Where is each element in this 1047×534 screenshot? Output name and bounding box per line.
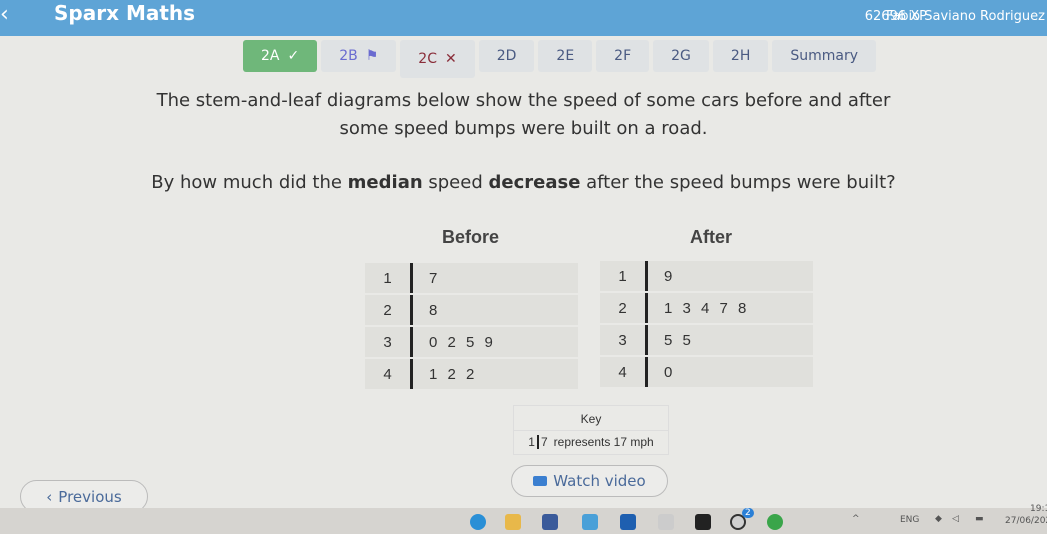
table-row: 28 (365, 295, 578, 325)
tab-label: 2F (614, 48, 632, 64)
text: By how much did the (151, 172, 348, 193)
leaves: 0 (664, 363, 673, 381)
tab-2a[interactable]: 2A ✓ (243, 40, 318, 72)
tab-2b[interactable]: 2B ⚑ (321, 40, 397, 72)
chrome-icon[interactable] (767, 514, 783, 530)
leaves: 7 (429, 269, 438, 287)
table-row: 2 1 3 4 7 8 (600, 293, 813, 323)
after-stem-leaf: 19 2 1 3 4 7 8 3 5 5 40 (600, 261, 813, 389)
flag-icon: ⚑ (365, 48, 379, 64)
cross-icon: ✕ (444, 51, 457, 67)
key-example: 1 7 represents 17 mph (514, 431, 668, 449)
table-row: 17 (365, 263, 578, 293)
question-line-1: The stem-and-leaf diagrams below show th… (156, 90, 891, 111)
wifi-icon[interactable]: ◆ (935, 514, 942, 524)
previous-label: Previous (58, 487, 122, 506)
snipping-tool-icon[interactable] (658, 514, 674, 530)
key-text: represents 17 mph (553, 435, 654, 449)
chevron-left-icon: ‹ (46, 487, 53, 506)
clock-time[interactable]: 19:1 (1030, 504, 1047, 514)
notification-badge: 2 (742, 508, 754, 518)
tab-label: Summary (790, 48, 858, 64)
tab-2h[interactable]: 2H (712, 40, 769, 72)
table-row: 40 (600, 357, 813, 387)
tab-label: 2G (671, 48, 691, 64)
taskbar: 2 ^ ENG ◆ ◁ ▬ 19:1 27/06/202 (0, 504, 1047, 534)
bold-median: median (347, 172, 423, 193)
volume-icon[interactable]: ◁ (952, 514, 959, 524)
tab-summary[interactable]: Summary (772, 40, 876, 72)
app-header: ‹ Sparx Maths 62696 XP Fabio Saviano Rod… (0, 0, 1047, 36)
mail-icon[interactable] (582, 514, 598, 530)
store-icon[interactable] (542, 514, 558, 530)
leaves: 8 (429, 301, 438, 319)
key-stem: 1 (528, 435, 535, 449)
language-indicator[interactable]: ENG (900, 515, 919, 525)
before-title: Before (442, 227, 500, 247)
key-box: Key 1 7 represents 17 mph (513, 405, 669, 455)
tab-2g[interactable]: 2G (653, 40, 709, 72)
user-name[interactable]: Fabio Saviano Rodriguez (886, 9, 1045, 24)
key-leaf: 7 (536, 435, 554, 449)
sparx-icon[interactable] (620, 514, 636, 530)
video-camera-icon (533, 476, 548, 486)
tab-label: 2A (261, 48, 280, 64)
tab-label: 2D (496, 48, 517, 64)
leaves: 9 (664, 267, 673, 285)
stem: 1 (365, 263, 413, 293)
tab-label: 2C (418, 51, 437, 67)
stem: 3 (365, 327, 413, 357)
tab-2e[interactable]: 2E (538, 40, 593, 72)
sticky-notes-icon[interactable] (695, 514, 711, 530)
question-line-3: By how much did the median speed decreas… (0, 172, 1047, 193)
task-tabs: 2A ✓ 2B ⚑ 2C ✕ 2D 2E 2F 2G 2H Summary (243, 40, 876, 78)
app-title: Sparx Maths (54, 1, 196, 25)
tab-label: 2E (556, 48, 575, 64)
leaves: 1 3 4 7 8 (664, 299, 747, 317)
text: after the speed bumps were built? (580, 172, 896, 193)
stem: 2 (600, 293, 648, 323)
key-title: Key (514, 406, 668, 431)
back-chevron-icon[interactable]: ‹ (0, 2, 9, 27)
stem: 1 (600, 261, 648, 291)
stem: 2 (365, 295, 413, 325)
folder-icon[interactable] (505, 514, 521, 530)
tab-2d[interactable]: 2D (478, 40, 535, 72)
question-line-2: some speed bumps were built on a road. (339, 118, 708, 139)
stem: 4 (600, 357, 648, 387)
leaves: 0 2 5 9 (429, 333, 493, 351)
stem: 4 (365, 359, 413, 389)
chevron-up-icon[interactable]: ^ (852, 514, 860, 524)
table-row: 4 1 2 2 (365, 359, 578, 389)
tab-label: 2H (730, 48, 751, 64)
tab-label: 2B (339, 48, 358, 64)
edge-icon[interactable] (470, 514, 486, 530)
before-stem-leaf: 17 28 3 0 2 5 9 4 1 2 2 (365, 263, 578, 391)
text: speed (422, 172, 489, 193)
table-row: 3 0 2 5 9 (365, 327, 578, 357)
check-icon: ✓ (287, 48, 300, 64)
table-row: 3 5 5 (600, 325, 813, 355)
watch-video-button[interactable]: Watch video (511, 465, 668, 497)
leaves: 5 5 (664, 331, 691, 349)
watch-label: Watch video (553, 472, 646, 490)
stem: 3 (600, 325, 648, 355)
leaves: 1 2 2 (429, 365, 475, 383)
tab-2f[interactable]: 2F (596, 40, 650, 72)
after-title: After (690, 227, 733, 247)
bold-decrease: decrease (488, 172, 581, 193)
tab-2c[interactable]: 2C ✕ (400, 40, 475, 78)
battery-icon[interactable]: ▬ (975, 514, 984, 524)
table-row: 19 (600, 261, 813, 291)
clock-date[interactable]: 27/06/202 (1005, 516, 1047, 526)
